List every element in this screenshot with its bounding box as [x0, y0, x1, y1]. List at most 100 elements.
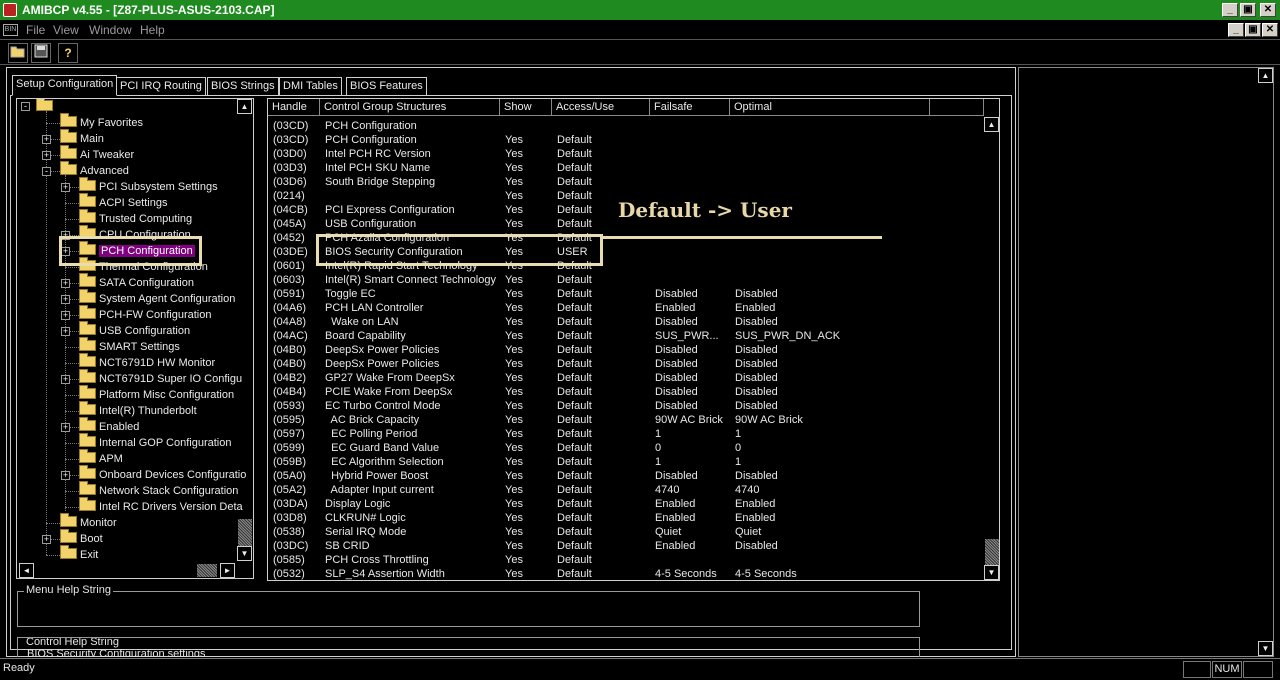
- collapse-icon[interactable]: -: [42, 167, 51, 176]
- table-row[interactable]: (03CD) PCH Configuration Yes Default: [268, 133, 988, 147]
- tree-item[interactable]: Advanced: [60, 161, 129, 179]
- tree-item[interactable]: Intel RC Drivers Version Deta: [79, 497, 243, 515]
- table-row[interactable]: (04AC) Board Capability Yes Default SUS_PWR.…: [268, 329, 988, 343]
- help-icon[interactable]: ?: [58, 43, 78, 63]
- tree-item[interactable]: Trusted Computing: [79, 209, 192, 227]
- expand-icon[interactable]: +: [61, 327, 70, 336]
- table-row[interactable]: (04B0) DeepSx Power Policies Yes Default Dis…: [268, 357, 988, 371]
- expand-icon[interactable]: +: [42, 151, 51, 160]
- expand-icon[interactable]: +: [42, 535, 51, 544]
- child-close-button[interactable]: ✕: [1262, 23, 1278, 37]
- child-minimize-button[interactable]: _: [1228, 23, 1244, 37]
- tree-item[interactable]: PCI Subsystem Settings: [79, 177, 218, 195]
- tree-item[interactable]: Network Stack Configuration: [79, 481, 238, 499]
- setup-tree[interactable]: - My Favorites Main + Ai Tweaker + Advanced - PC…: [16, 98, 254, 579]
- table-row[interactable]: (0591) Toggle EC Yes Default Disabled Disable…: [268, 287, 988, 301]
- tree-scroll-thumb[interactable]: [238, 519, 252, 549]
- right-scroll-up-button[interactable]: ▲: [1258, 68, 1273, 83]
- tree-item[interactable]: Platform Misc Configuration: [79, 385, 234, 403]
- expand-icon[interactable]: +: [61, 471, 70, 480]
- table-row[interactable]: (0585) PCH Cross Throttling Yes Default: [268, 553, 988, 567]
- tree-root[interactable]: -: [21, 99, 56, 115]
- document-icon[interactable]: BIN: [3, 24, 18, 36]
- table-row[interactable]: (0597) EC Polling Period Yes Default 1 1: [268, 427, 988, 441]
- tab-bios-features[interactable]: BIOS Features: [346, 77, 427, 95]
- table-row[interactable]: (059B) EC Algorithm Selection Yes Default 1…: [268, 455, 988, 469]
- tree-item[interactable]: USB Configuration: [79, 321, 190, 339]
- table-row[interactable]: (0599) EC Guard Band Value Yes Default 0 0: [268, 441, 988, 455]
- table-row[interactable]: (05A0) Hybrid Power Boost Yes Default Disab…: [268, 469, 988, 483]
- table-row[interactable]: (03D6) South Bridge Stepping Yes Default: [268, 175, 988, 189]
- menu-window[interactable]: Window: [89, 21, 132, 40]
- table-row[interactable]: (04A6) PCH LAN Controller Yes Default Enable…: [268, 301, 988, 315]
- tree-scroll-left-button[interactable]: ◄: [19, 563, 34, 578]
- tree-item[interactable]: SATA Configuration: [79, 273, 194, 291]
- tab-setup-configuration[interactable]: Setup Configuration: [12, 75, 118, 96]
- table-row[interactable]: (03D8) CLKRUN# Logic Yes Default Enabled Enab…: [268, 511, 988, 525]
- tree-item[interactable]: NCT6791D HW Monitor: [79, 353, 215, 371]
- table-row[interactable]: (03DC) SB CRID Yes Default Enabled Disabled: [268, 539, 988, 553]
- expand-icon[interactable]: +: [61, 311, 70, 320]
- table-row[interactable]: (0603) Intel(R) Smart Connect Technology Y…: [268, 273, 988, 287]
- right-scroll-down-button[interactable]: ▼: [1258, 641, 1273, 656]
- tree-item[interactable]: SMART Settings: [79, 337, 180, 355]
- tree-scroll-right-button[interactable]: ►: [220, 563, 235, 578]
- grid-scroll-thumb[interactable]: [985, 539, 999, 565]
- tree-item[interactable]: Intel(R) Thunderbolt: [79, 401, 197, 419]
- close-button[interactable]: ✕: [1260, 3, 1276, 17]
- tab-dmi-tables[interactable]: DMI Tables: [279, 77, 342, 95]
- menu-view[interactable]: View: [53, 21, 79, 40]
- table-row[interactable]: (03CD) PCH Configuration: [268, 119, 988, 133]
- table-row[interactable]: (04B4) PCIE Wake From DeepSx Yes Default Dis…: [268, 385, 988, 399]
- column-header[interactable]: Show: [500, 99, 552, 116]
- expand-icon[interactable]: +: [61, 295, 70, 304]
- expand-icon[interactable]: +: [61, 183, 70, 192]
- expand-icon[interactable]: +: [61, 375, 70, 384]
- tree-item[interactable]: Ai Tweaker: [60, 145, 134, 163]
- tree-item[interactable]: ACPI Settings: [79, 193, 167, 211]
- tree-item[interactable]: NCT6791D Super IO Configu: [79, 369, 242, 387]
- table-row[interactable]: (04A8) Wake on LAN Yes Default Disabled Disa…: [268, 315, 988, 329]
- table-row[interactable]: (04B0) DeepSx Power Policies Yes Default Dis…: [268, 343, 988, 357]
- column-header[interactable]: Handle: [268, 99, 320, 116]
- open-folder-icon[interactable]: [8, 43, 28, 63]
- column-header[interactable]: Control Group Structures: [320, 99, 500, 116]
- table-row[interactable]: (03DA) Display Logic Yes Default Enabled Enab…: [268, 497, 988, 511]
- tree-item[interactable]: Exit: [60, 545, 98, 563]
- table-row[interactable]: (0532) SLP_S4 Assertion Width Yes Default 4-…: [268, 567, 988, 580]
- menu-help[interactable]: Help: [140, 21, 165, 40]
- table-row[interactable]: (0538) Serial IRQ Mode Yes Default Quiet Quie…: [268, 525, 988, 539]
- column-header[interactable]: Failsafe: [650, 99, 730, 116]
- grid-scroll-down-button[interactable]: ▼: [984, 565, 999, 580]
- tree-scroll-down-button[interactable]: ▼: [237, 546, 252, 561]
- child-restore-button[interactable]: ▣: [1245, 23, 1261, 37]
- column-header[interactable]: Access/Use: [552, 99, 650, 116]
- table-row[interactable]: (04B2) GP27 Wake From DeepSx Yes Default Dis…: [268, 371, 988, 385]
- collapse-icon[interactable]: -: [21, 102, 30, 111]
- table-row[interactable]: (05A2) Adapter Input current Yes Default 47…: [268, 483, 988, 497]
- tree-item[interactable]: System Agent Configuration: [79, 289, 235, 307]
- tree-item[interactable]: Onboard Devices Configuratio: [79, 465, 246, 483]
- tree-item[interactable]: Internal GOP Configuration: [79, 433, 231, 451]
- table-row[interactable]: (0595) AC Brick Capacity Yes Default 90W AC…: [268, 413, 988, 427]
- tab-bios-strings[interactable]: BIOS Strings: [207, 77, 279, 95]
- restore-button[interactable]: ▣: [1240, 3, 1256, 17]
- tab-pci-irq-routing[interactable]: PCI IRQ Routing: [116, 77, 206, 95]
- table-row[interactable]: (0593) EC Turbo Control Mode Yes Default Dis…: [268, 399, 988, 413]
- expand-icon[interactable]: +: [61, 279, 70, 288]
- menu-file[interactable]: File: [26, 21, 45, 40]
- expand-icon[interactable]: +: [42, 135, 51, 144]
- tree-item[interactable]: PCH-FW Configuration: [79, 305, 211, 323]
- minimize-button[interactable]: _: [1222, 3, 1238, 17]
- grid-scroll-up-button[interactable]: ▲: [984, 117, 999, 132]
- column-header[interactable]: Optimal: [730, 99, 930, 116]
- tree-hscroll-thumb[interactable]: [197, 564, 217, 577]
- control-grid[interactable]: Handle Control Group Structures Show Access…: [267, 98, 1000, 581]
- save-icon[interactable]: [31, 43, 51, 63]
- table-row[interactable]: (03D0) Intel PCH RC Version Yes Default: [268, 147, 988, 161]
- tree-item[interactable]: Enabled: [79, 417, 139, 435]
- table-row[interactable]: (03D3) Intel PCH SKU Name Yes Default: [268, 161, 988, 175]
- expand-icon[interactable]: +: [61, 423, 70, 432]
- tree-item[interactable]: My Favorites: [60, 113, 143, 131]
- tree-scroll-up-button[interactable]: ▲: [237, 99, 252, 114]
